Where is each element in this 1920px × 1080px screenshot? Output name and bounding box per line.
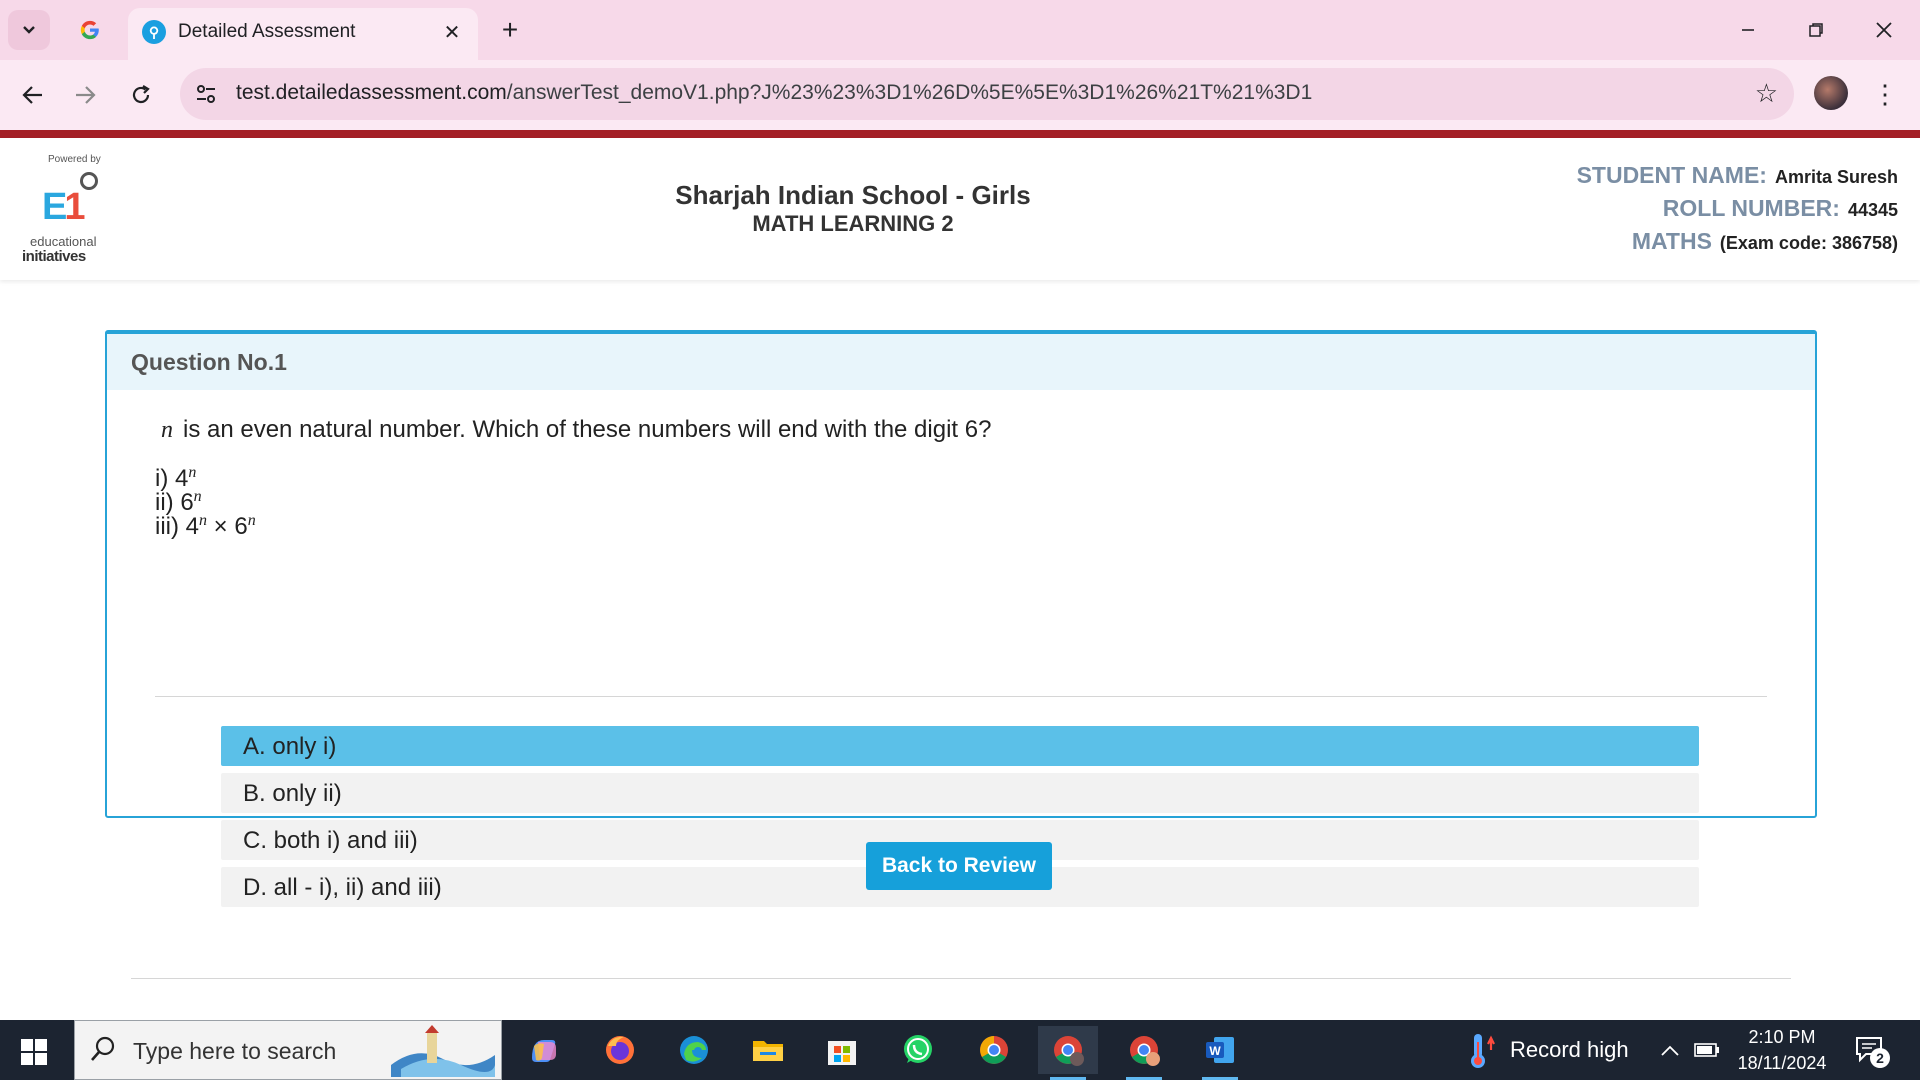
tab-title: Detailed Assessment — [178, 21, 356, 42]
edge-icon[interactable] — [664, 1026, 724, 1074]
option-c-label: C. both i) and iii) — [243, 827, 418, 854]
statement-3-exponent: n — [199, 512, 208, 529]
taskbar-search-input[interactable]: Type here to search — [74, 1020, 502, 1080]
statement-3: iii) 4n × 6n — [155, 512, 256, 541]
logo-powered-by: Powered by — [48, 154, 101, 165]
bookmark-star-icon[interactable]: ☆ — [1755, 78, 1778, 109]
battery-icon[interactable] — [1694, 1020, 1720, 1080]
site-header: Powered by E1 educational initiatives Sh… — [0, 138, 1920, 280]
tab-google[interactable] — [68, 12, 112, 48]
subject-label: MATHS — [1631, 228, 1712, 254]
copilot-icon[interactable] — [514, 1026, 574, 1074]
question-number: Question No.1 — [131, 349, 287, 375]
statement-1-exponent: n — [188, 464, 197, 481]
restore-icon[interactable] — [1794, 8, 1838, 52]
student-name-label: STUDENT NAME: — [1576, 162, 1767, 188]
minimize-icon[interactable] — [1726, 8, 1770, 52]
test-name: MATH LEARNING 2 — [752, 211, 954, 236]
exam-code-value: (Exam code: 386758) — [1719, 233, 1898, 253]
option-a-label: A. only i) — [243, 733, 337, 760]
system-clock[interactable]: 2:10 PM 18/11/2024 — [1730, 1024, 1834, 1076]
statement-3-multiplier: × 6 — [207, 513, 248, 540]
svg-text:W: W — [1209, 1044, 1221, 1058]
option-b-label: B. only ii) — [243, 780, 342, 807]
chrome-icon[interactable] — [964, 1026, 1024, 1074]
question-divider — [155, 696, 1767, 697]
browser-tab-strip: ⚲ Detailed Assessment ✕ + — [0, 0, 1920, 60]
url-domain: test.detailedassessment.com — [236, 81, 507, 104]
google-icon — [80, 20, 99, 40]
close-window-icon[interactable] — [1862, 8, 1906, 52]
new-tab-button[interactable]: + — [492, 12, 528, 48]
back-to-review-button[interactable]: Back to Review — [866, 842, 1052, 890]
roll-number-value: 44345 — [1847, 200, 1898, 220]
options-divider — [131, 978, 1791, 979]
chrome-profile2-icon[interactable] — [1114, 1026, 1174, 1080]
logo-initiatives: initiatives — [22, 248, 86, 265]
search-highlight-art-icon — [391, 1025, 495, 1077]
profile-avatar[interactable] — [1814, 76, 1848, 110]
question-text: n is an even natural number. Which of the… — [161, 416, 991, 444]
site-settings-icon[interactable] — [192, 80, 220, 108]
logo-educational: educational — [30, 234, 97, 249]
tab-detailed-assessment[interactable]: ⚲ Detailed Assessment ✕ — [128, 8, 478, 60]
statement-2-exponent: n — [193, 488, 202, 505]
question-variable: n — [161, 417, 173, 443]
logo-mark: E1 — [42, 186, 85, 228]
site-top-bar — [0, 130, 1920, 138]
student-info: STUDENT NAME: Amrita Suresh ROLL NUMBER: 4… — [1577, 162, 1898, 261]
question-panel: Question No.1 n is an even natural number… — [105, 330, 1817, 979]
close-tab-icon[interactable]: ✕ — [438, 18, 466, 46]
url-text: test.detailedassessment.com/answerTest_d… — [236, 81, 1312, 105]
weather-widget[interactable]: Record high — [1466, 1020, 1629, 1080]
windows-start-icon[interactable] — [16, 1034, 52, 1070]
roll-number-label: ROLL NUMBER: — [1662, 195, 1840, 221]
search-icon — [89, 1035, 117, 1070]
word-icon[interactable]: W — [1190, 1026, 1250, 1080]
chrome-profile-icon[interactable] — [1038, 1026, 1098, 1080]
thermometer-icon — [1471, 1034, 1495, 1068]
weather-text: Record high — [1510, 1037, 1629, 1062]
browser-menu-icon[interactable]: ⋮ — [1868, 74, 1902, 114]
question-body: is an even natural number. Which of thes… — [183, 416, 992, 443]
option-a[interactable]: A. only i) — [221, 726, 1699, 766]
windows-taskbar: Type here to search W Record high 2:10 P… — [0, 1020, 1920, 1080]
option-d-label: D. all - i), ii) and iii) — [243, 874, 442, 901]
microsoft-store-icon[interactable] — [812, 1026, 872, 1074]
clock-time: 2:10 PM — [1748, 1027, 1816, 1047]
show-hidden-icons-icon[interactable] — [1660, 1020, 1680, 1080]
student-name-value: Amrita Suresh — [1774, 167, 1898, 187]
notification-center-icon[interactable]: 2 — [1854, 1034, 1890, 1068]
search-placeholder: Type here to search — [133, 1038, 337, 1064]
school-info: Sharjah Indian School - Girls MATH LEARN… — [600, 180, 1106, 237]
option-b[interactable]: B. only ii) — [221, 773, 1699, 813]
chevron-down-icon — [23, 26, 35, 34]
file-explorer-icon[interactable] — [738, 1026, 798, 1074]
statement-3-base: iii) 4 — [155, 513, 200, 540]
notification-count-badge: 2 — [1870, 1048, 1890, 1068]
page-content: Powered by E1 educational initiatives Sh… — [0, 138, 1920, 1020]
statement-3-exponent-2: n — [247, 512, 256, 529]
browser-toolbar: test.detailedassessment.com/answerTest_d… — [0, 60, 1920, 130]
firefox-icon[interactable] — [590, 1026, 650, 1074]
url-path: /answerTest_demoV1.php?J%23%23%3D1%26D%5… — [506, 81, 1313, 104]
reload-icon[interactable] — [120, 74, 162, 116]
back-arrow-icon[interactable] — [12, 74, 54, 116]
forward-arrow-icon[interactable] — [64, 74, 106, 116]
question-header: Question No.1 — [107, 334, 1815, 390]
address-bar[interactable]: test.detailedassessment.com/answerTest_d… — [180, 68, 1794, 120]
school-name: Sharjah Indian School - Girls — [675, 180, 1031, 210]
ei-logo: Powered by E1 educational initiatives — [18, 154, 101, 265]
tab-search-button[interactable] — [8, 10, 50, 50]
site-favicon-icon: ⚲ — [142, 20, 166, 44]
clock-date: 18/11/2024 — [1737, 1053, 1827, 1073]
whatsapp-icon[interactable] — [888, 1026, 948, 1074]
